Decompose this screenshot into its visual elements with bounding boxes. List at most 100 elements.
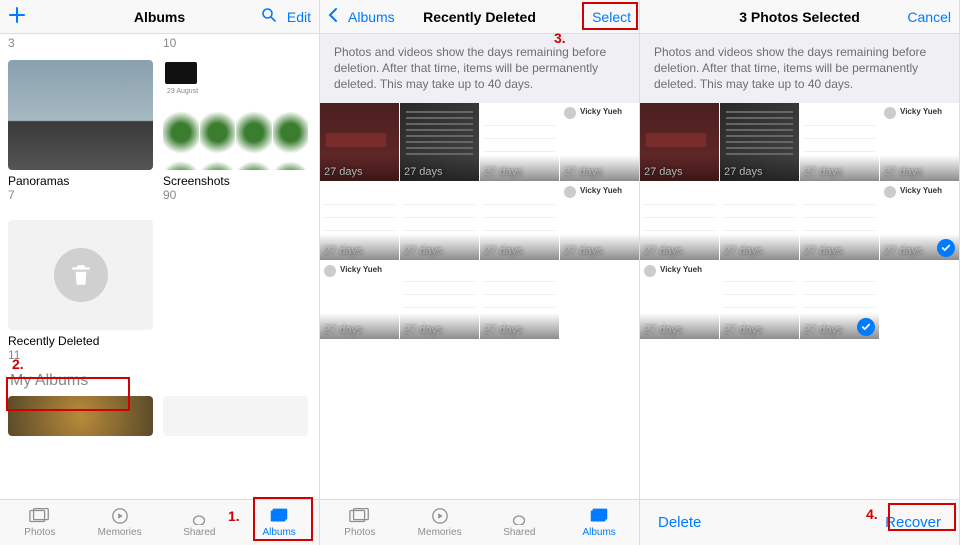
days-remaining-label: 27 days [724,166,763,178]
my-albums-header: My Albums [10,372,311,390]
photo-cell[interactable]: 27 days [400,182,479,260]
tab-label: Photos [24,527,55,538]
screenshot-date-label: 23 August [167,88,198,95]
photo-cell[interactable]: 27 days [320,103,399,181]
photo-grid[interactable]: 27 days 27 days 27 days 27 days Vicky Yueh 27… [320,103,639,499]
back-button[interactable]: Albums [328,7,395,26]
photo-cell[interactable]: 27 days [720,182,799,260]
tab-albums[interactable]: Albums [559,500,639,545]
days-remaining-label: 27 days [644,245,683,257]
photo-cell[interactable]: 27 daysVicky Yueh [880,182,959,260]
album-panoramas[interactable]: Panoramas 7 [8,60,153,202]
contact-name-label: Vicky Yueh [340,265,382,274]
days-remaining-label: 27 days [324,245,363,257]
tab-label: Memories [418,527,462,538]
photo-cell[interactable]: 27 days [320,182,399,260]
album-tile[interactable]: 10 [163,36,308,50]
days-remaining-label: 27 days [644,166,683,178]
pane-albums: Albums Edit 3 10 Panoramas 7 [0,0,320,545]
tab-label: Memories [98,527,142,538]
select-button[interactable]: Select [592,9,631,25]
days-remaining-label: 27 days [724,324,763,336]
album-name: Panoramas [8,174,153,188]
days-remaining-label: 27 days [564,166,603,178]
add-icon[interactable] [8,6,26,27]
info-banner: Photos and videos show the days remainin… [320,34,639,103]
days-remaining-label: 27 days [804,245,843,257]
days-remaining-label: 27 days [724,245,763,257]
photo-cell[interactable]: 27 days [720,103,799,181]
cancel-button[interactable]: Cancel [907,9,951,25]
contact-name-label: Vicky Yueh [900,186,942,195]
days-remaining-label: 27 days [804,324,843,336]
my-album-tile[interactable] [163,396,308,440]
photo-cell[interactable]: 27 days [480,182,559,260]
photo-cell[interactable]: 27 days [800,103,879,181]
edit-button[interactable]: Edit [287,9,311,25]
days-remaining-label: 27 days [404,324,443,336]
info-banner: Photos and videos show the days remainin… [640,34,959,103]
album-thumb: 23 August [163,60,308,170]
tab-memories[interactable]: Memories [80,500,160,545]
days-remaining-label: 27 days [404,245,443,257]
tab-shared[interactable]: Shared [480,500,560,545]
days-remaining-label: 27 days [484,245,523,257]
days-remaining-label: 27 days [564,245,603,257]
tab-albums[interactable]: Albums [239,500,319,545]
selection-check-icon [937,239,955,257]
tab-label: Albums [262,527,295,538]
photo-cell[interactable]: 27 days Vicky Yueh [560,103,639,181]
recently-deleted-thumb [8,220,153,330]
days-remaining-label: 27 days [804,166,843,178]
days-remaining-label: 27 days [404,166,443,178]
album-thumb [8,60,153,170]
contact-name-label: Vicky Yueh [660,265,702,274]
photo-cell[interactable]: 27 daysVicky Yueh [880,103,959,181]
recover-button[interactable]: Recover [885,514,941,531]
contact-name-label: Vicky Yueh [580,107,622,116]
tab-bar: Photos Memories Shared Albums [0,499,319,545]
selection-toolbar: Delete Recover [640,499,959,545]
photo-cell[interactable]: 27 days [400,103,479,181]
album-recently-deleted[interactable]: Recently Deleted 11 [8,220,153,362]
days-remaining-label: 27 days [324,166,363,178]
photo-cell[interactable]: 27 days [480,261,559,339]
album-name: Recently Deleted [8,334,153,348]
tab-shared[interactable]: Shared [160,500,240,545]
photo-cell[interactable]: 27 daysVicky Yueh [320,261,399,339]
album-count: 10 [163,36,308,50]
photo-cell[interactable]: 27 days [640,182,719,260]
tab-memories[interactable]: Memories [400,500,480,545]
days-remaining-label: 27 days [644,324,683,336]
photo-cell[interactable]: 27 days [800,182,879,260]
tab-photos[interactable]: Photos [320,500,400,545]
nav-bar-albums: Albums Edit [0,0,319,34]
contact-name-label: Vicky Yueh [900,107,942,116]
tab-photos[interactable]: Photos [0,500,80,545]
days-remaining-label: 27 days [484,166,523,178]
tab-label: Shared [183,527,215,538]
albums-scroll[interactable]: 3 10 Panoramas 7 23 August [0,34,319,499]
contact-name-label: Vicky Yueh [580,186,622,195]
album-count: 7 [8,188,153,202]
tab-label: Albums [582,527,615,538]
photo-cell[interactable]: 27 days [640,103,719,181]
photo-grid[interactable]: 27 days 27 days 27 days 27 days Vicky Yueh 27… [640,103,959,499]
search-icon[interactable] [261,7,277,26]
photo-cell[interactable]: 27 days Vicky Yueh [640,261,719,339]
my-album-tile[interactable] [8,396,153,440]
pane-recently-deleted: Albums Recently Deleted Select Photos an… [320,0,640,545]
delete-button[interactable]: Delete [658,514,701,531]
chevron-left-icon [328,7,338,26]
photo-cell[interactable]: 27 days [400,261,479,339]
tab-label: Photos [344,527,375,538]
photo-cell[interactable]: 27 days [800,261,879,339]
photo-cell[interactable]: 27 days [720,261,799,339]
album-tile[interactable]: 3 [8,36,153,50]
pane-selection: 3 Photos Selected Cancel Photos and vide… [640,0,960,545]
photo-cell[interactable]: 27 days [480,103,559,181]
back-label: Albums [348,9,395,25]
photo-cell[interactable]: 27 days Vicky Yueh [560,182,639,260]
album-screenshots[interactable]: 23 August Screenshots 90 [163,60,308,202]
nav-bar-selection: 3 Photos Selected Cancel [640,0,959,34]
